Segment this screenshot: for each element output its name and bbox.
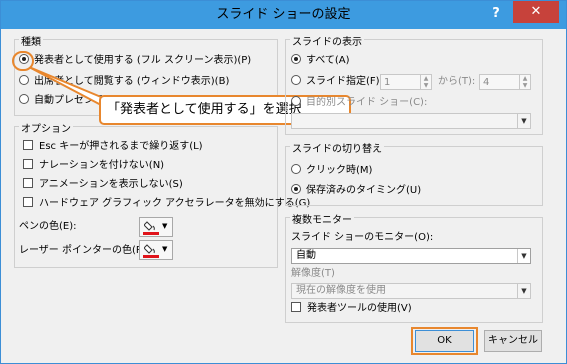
to-spinner[interactable]: 4 ▲ ▼ — [479, 74, 531, 90]
radio-icon[interactable] — [19, 94, 29, 104]
radio-all-slides[interactable]: すべて(A) — [291, 54, 350, 68]
check-loop-label: Esc キーが押されるまで繰り返す(L) — [39, 141, 203, 152]
radio-manual[interactable]: クリック時(M) — [291, 164, 372, 178]
help-button[interactable]: ? — [485, 3, 507, 25]
advance-group-label: スライドの切り替え — [290, 140, 384, 155]
to-value: 4 — [483, 77, 490, 88]
dialog-title: スライド ショーの設定 — [216, 7, 351, 22]
paint-bucket-icon — [144, 221, 155, 231]
chevron-down-icon: ▼ — [162, 222, 168, 230]
radio-selected-icon[interactable] — [291, 184, 301, 194]
radio-selected-icon[interactable] — [291, 54, 301, 64]
radio-presenter-label: 発表者として使用する (フル スクリーン表示)(P) — [34, 55, 252, 66]
radio-custom-show[interactable]: 目的別スライド ショー(C): — [291, 96, 427, 110]
title-bar[interactable]: スライド ショーの設定 ? ✕ — [1, 1, 566, 29]
checkbox-icon[interactable] — [23, 178, 33, 188]
radio-presenter[interactable]: 発表者として使用する (フル スクリーン表示)(P) — [19, 54, 251, 68]
options-group-label: オプション — [19, 120, 73, 135]
check-presenter-view-label: 発表者ツールの使用(V) — [307, 303, 412, 314]
checkbox-icon[interactable] — [23, 197, 33, 207]
radio-icon[interactable] — [291, 164, 301, 174]
close-button[interactable]: ✕ — [513, 1, 559, 23]
paint-bucket-icon — [144, 244, 155, 254]
check-no-animation-label: アニメーションを表示しない(S) — [39, 179, 183, 190]
check-no-animation[interactable]: アニメーションを表示しない(S) — [23, 178, 183, 192]
spinner-arrows-icon[interactable]: ▲ ▼ — [420, 75, 431, 89]
resolution-label: 解像度(T) — [291, 268, 335, 279]
resolution-select[interactable]: 現在の解像度を使用 ▼ — [291, 283, 531, 299]
chevron-down-icon: ▼ — [517, 249, 530, 263]
radio-icon[interactable] — [291, 96, 301, 106]
radio-slide-range[interactable]: スライド指定(F): — [291, 75, 383, 89]
monitor-select[interactable]: 自動 ▼ — [291, 248, 531, 264]
chevron-down-icon: ▼ — [162, 245, 168, 253]
resolution-value: 現在の解像度を使用 — [296, 285, 386, 296]
type-group-label: 種類 — [19, 33, 43, 48]
chevron-down-icon: ▼ — [517, 284, 530, 298]
laser-color-label: レーザー ポインターの色(R): — [19, 245, 151, 256]
check-no-narration-label: ナレーションを付けない(N) — [39, 160, 165, 171]
dialog-window: スライド ショーの設定 ? ✕ 種類 発表者として使用する (フル スクリーン表… — [0, 0, 567, 364]
check-no-hw-accel-label: ハードウェア グラフィック アクセラレータを無効にする(G) — [39, 198, 311, 209]
radio-timings[interactable]: 保存済みのタイミング(U) — [291, 184, 421, 198]
check-no-hw-accel[interactable]: ハードウェア グラフィック アクセラレータを無効にする(G) — [23, 197, 310, 211]
radio-custom-show-label: 目的別スライド ショー(C): — [306, 97, 428, 108]
pen-color-swatch — [143, 232, 159, 235]
checkbox-icon[interactable] — [23, 140, 33, 150]
show-slides-label: スライドの表示 — [290, 33, 364, 48]
cancel-button[interactable]: キャンセル — [484, 330, 542, 352]
checkbox-icon[interactable] — [23, 159, 33, 169]
laser-color-button[interactable]: ▼ — [139, 240, 173, 260]
monitor-value: 自動 — [296, 250, 316, 261]
from-value: 1 — [384, 77, 391, 88]
radio-icon[interactable] — [291, 75, 301, 85]
laser-color-swatch — [143, 255, 159, 258]
to-label: から(T): — [438, 76, 476, 87]
spinner-arrows-icon[interactable]: ▲ ▼ — [519, 75, 530, 89]
ok-button[interactable]: OK — [415, 330, 474, 352]
check-presenter-view[interactable]: 発表者ツールの使用(V) — [291, 302, 412, 316]
radio-icon[interactable] — [19, 75, 29, 85]
callout-arrow — [29, 67, 102, 107]
checkbox-icon[interactable] — [291, 302, 301, 312]
monitor-label: スライド ショーのモニター(O): — [291, 232, 434, 243]
chevron-down-icon: ▼ — [517, 114, 530, 128]
radio-manual-label: クリック時(M) — [306, 165, 373, 176]
check-loop[interactable]: Esc キーが押されるまで繰り返す(L) — [23, 140, 203, 154]
radio-timings-label: 保存済みのタイミング(U) — [306, 185, 422, 196]
custom-show-select[interactable]: ▼ — [291, 113, 531, 129]
radio-slide-range-label: スライド指定(F): — [306, 76, 383, 87]
check-no-narration[interactable]: ナレーションを付けない(N) — [23, 159, 164, 173]
radio-all-slides-label: すべて(A) — [306, 55, 350, 66]
pen-color-button[interactable]: ▼ — [139, 217, 173, 237]
pen-color-label: ペンの色(E): — [19, 221, 77, 232]
from-spinner[interactable]: 1 ▲ ▼ — [380, 74, 432, 90]
monitor-group-label: 複数モニター — [290, 211, 354, 226]
